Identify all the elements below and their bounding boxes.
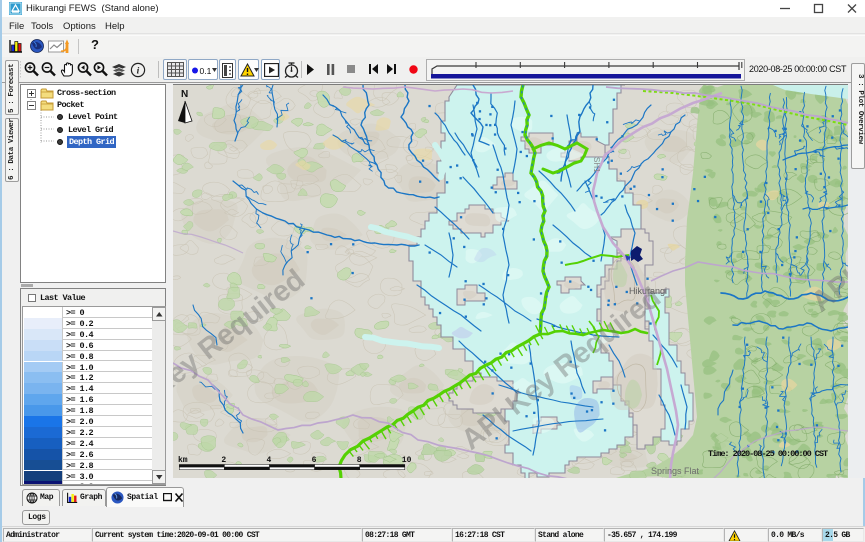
svg-text:4: 4 [267, 456, 272, 465]
svg-text:6: 6 [312, 456, 317, 465]
svg-text:N: N [181, 89, 188, 100]
svg-text:2: 2 [221, 456, 226, 465]
svg-text:8: 8 [357, 456, 362, 465]
svg-text:km: km [178, 456, 188, 465]
svg-text:Springs Flat: Springs Flat [651, 466, 700, 476]
svg-text:Time: 2020-08-25 00:00:00 CST: Time: 2020-08-25 00:00:00 CST [708, 449, 828, 459]
svg-text:SH1: SH1 [592, 157, 601, 173]
svg-text:Hikurangi: Hikurangi [629, 286, 667, 296]
svg-text:i: i [137, 66, 140, 76]
svg-text:10: 10 [402, 456, 412, 465]
svg-text:0.1: 0.1 [200, 66, 212, 76]
